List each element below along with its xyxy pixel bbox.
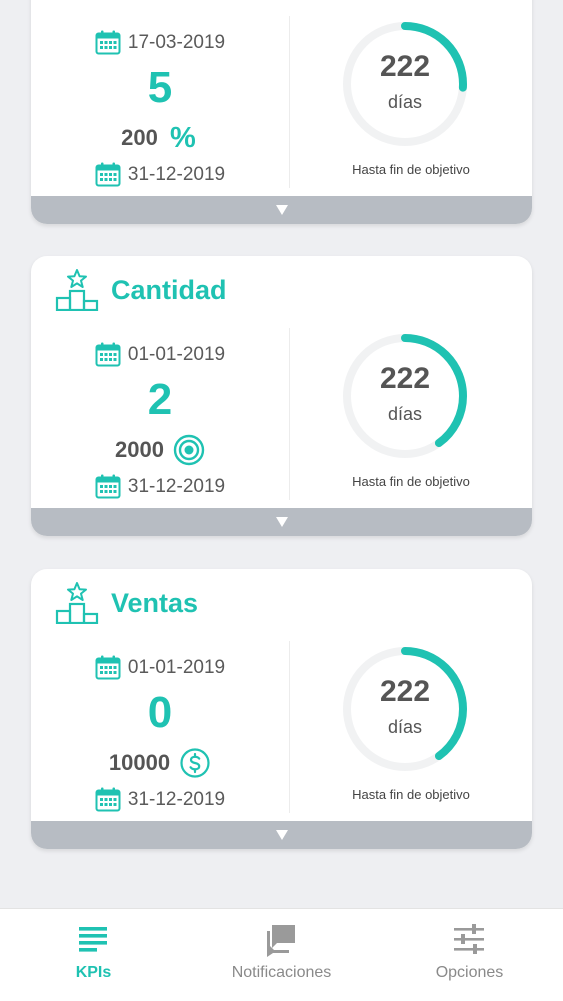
start-date: 01-01-2019 (127, 343, 226, 365)
days-remaining: 222 (379, 675, 431, 708)
kpi-dates-column: 01-01-2019 2 2000 31-12-2019 (31, 336, 289, 508)
chevron-down-icon (275, 205, 288, 215)
kpi-card[interactable]: 17-03-2019 5 200 % 31-12-2019 222 días H… (31, 0, 532, 224)
target-value: 10000 (108, 750, 171, 775)
dollar-icon (179, 747, 211, 779)
target-icon (173, 434, 205, 466)
calendar-icon (95, 474, 121, 499)
current-value: 5 (147, 63, 173, 112)
countdown-caption: Hasta fin de objetivo (352, 787, 470, 802)
start-date: 17-03-2019 (127, 31, 226, 53)
kpi-countdown-column: 222 días Hasta fin de objetivo (290, 16, 532, 196)
sliders-icon (454, 924, 484, 954)
expand-button[interactable] (31, 508, 532, 536)
target-row: 2000 (31, 433, 289, 467)
chat-icon (267, 925, 295, 957)
end-date: 31-12-2019 (127, 475, 226, 497)
calendar-icon (95, 162, 121, 187)
calendar-icon (95, 655, 121, 680)
countdown-caption: Hasta fin de objetivo (352, 162, 470, 177)
kpi-countdown-column: 222 días Hasta fin de objetivo (290, 328, 532, 508)
days-remaining: 222 (379, 362, 431, 395)
start-date-row: 01-01-2019 (31, 342, 289, 367)
expand-button[interactable] (31, 821, 532, 849)
calendar-icon (95, 342, 121, 367)
kpi-card[interactable]: Cantidad 01-01-2019 2 2000 31-12-2019 22… (31, 256, 532, 536)
card-title: Cantidad (111, 274, 227, 305)
current-value: 0 (147, 688, 173, 737)
target-row: 200 % (31, 121, 289, 155)
end-date: 31-12-2019 (127, 163, 226, 185)
podium-star-icon (55, 582, 99, 624)
end-date-row: 31-12-2019 (31, 162, 289, 187)
nav-label: KPIs (75, 964, 112, 981)
calendar-icon (95, 30, 121, 55)
target-row: 10000 (31, 746, 289, 780)
end-date-row: 31-12-2019 (31, 787, 289, 812)
target-value: 2000 (115, 437, 164, 462)
percent-icon: % (167, 122, 199, 154)
nav-label: Opciones (435, 964, 504, 981)
days-progress-ring: 222 días (341, 645, 469, 773)
calendar-icon (95, 787, 121, 812)
days-unit-label: días (387, 717, 423, 737)
card-header: Ventas (55, 582, 199, 624)
nav-item-kpis[interactable]: KPIs (0, 909, 187, 1001)
expand-button[interactable] (31, 196, 532, 224)
days-unit-label: días (387, 404, 423, 424)
kpi-dates-column: 17-03-2019 5 200 % 31-12-2019 (31, 24, 289, 196)
days-remaining: 222 (379, 50, 431, 83)
current-value: 2 (147, 375, 173, 424)
list-icon (79, 927, 107, 952)
chevron-down-icon (275, 517, 288, 527)
kpi-card[interactable]: Ventas 01-01-2019 0 10000 31-12-2019 222… (31, 569, 532, 849)
days-progress-ring: 222 días (341, 332, 469, 460)
countdown-caption: Hasta fin de objetivo (352, 474, 470, 489)
kpi-dates-column: 01-01-2019 0 10000 31-12-2019 (31, 649, 289, 821)
nav-item-notificaciones[interactable]: Notificaciones (188, 909, 375, 1001)
start-date-row: 17-03-2019 (31, 30, 289, 55)
nav-item-opciones[interactable]: Opciones (376, 909, 563, 1001)
card-header: Cantidad (55, 269, 227, 311)
end-date: 31-12-2019 (127, 788, 226, 810)
target-value: 200 (121, 125, 158, 150)
days-progress-ring: 222 días (341, 20, 469, 148)
end-date-row: 31-12-2019 (31, 474, 289, 499)
bottom-navigation: KPIs Notificaciones Opciones (0, 908, 563, 1001)
start-date: 01-01-2019 (127, 656, 226, 678)
podium-star-icon (55, 269, 99, 311)
card-title: Ventas (111, 587, 199, 618)
days-unit-label: días (387, 92, 423, 112)
kpi-countdown-column: 222 días Hasta fin de objetivo (290, 641, 532, 821)
nav-label: Notificaciones (231, 964, 332, 981)
chevron-down-icon (275, 830, 288, 840)
start-date-row: 01-01-2019 (31, 655, 289, 680)
percent-glyph: % (169, 122, 196, 154)
